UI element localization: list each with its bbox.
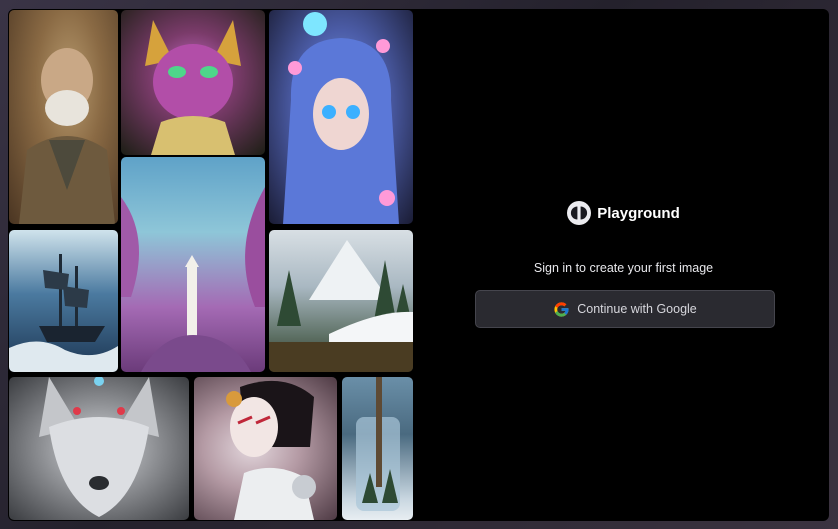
gallery-image-ship <box>9 230 118 372</box>
google-icon <box>553 301 570 318</box>
gallery-image-wolf <box>9 377 189 520</box>
brand-name: Playground <box>597 204 680 222</box>
playground-logo-icon <box>567 201 592 225</box>
continue-with-google-label: Continue with Google <box>577 302 697 316</box>
gallery-image-blue-girl <box>269 10 413 224</box>
gallery-image-forest-jar <box>342 377 413 520</box>
gallery-image-lighthouse <box>121 157 265 372</box>
brand: Playground <box>418 201 829 225</box>
continue-with-google-button[interactable]: Continue with Google <box>475 290 775 328</box>
signin-subtitle: Sign in to create your first image <box>533 261 714 275</box>
gallery-image-robot-geisha <box>194 377 337 520</box>
gallery-image-cat <box>121 10 265 155</box>
gallery-image-old-man <box>9 10 118 224</box>
gallery-image-mountain <box>269 230 413 372</box>
signin-panel: Playground Sign in to create your first … <box>418 9 829 521</box>
signin-modal: Playground Sign in to create your first … <box>8 9 829 521</box>
